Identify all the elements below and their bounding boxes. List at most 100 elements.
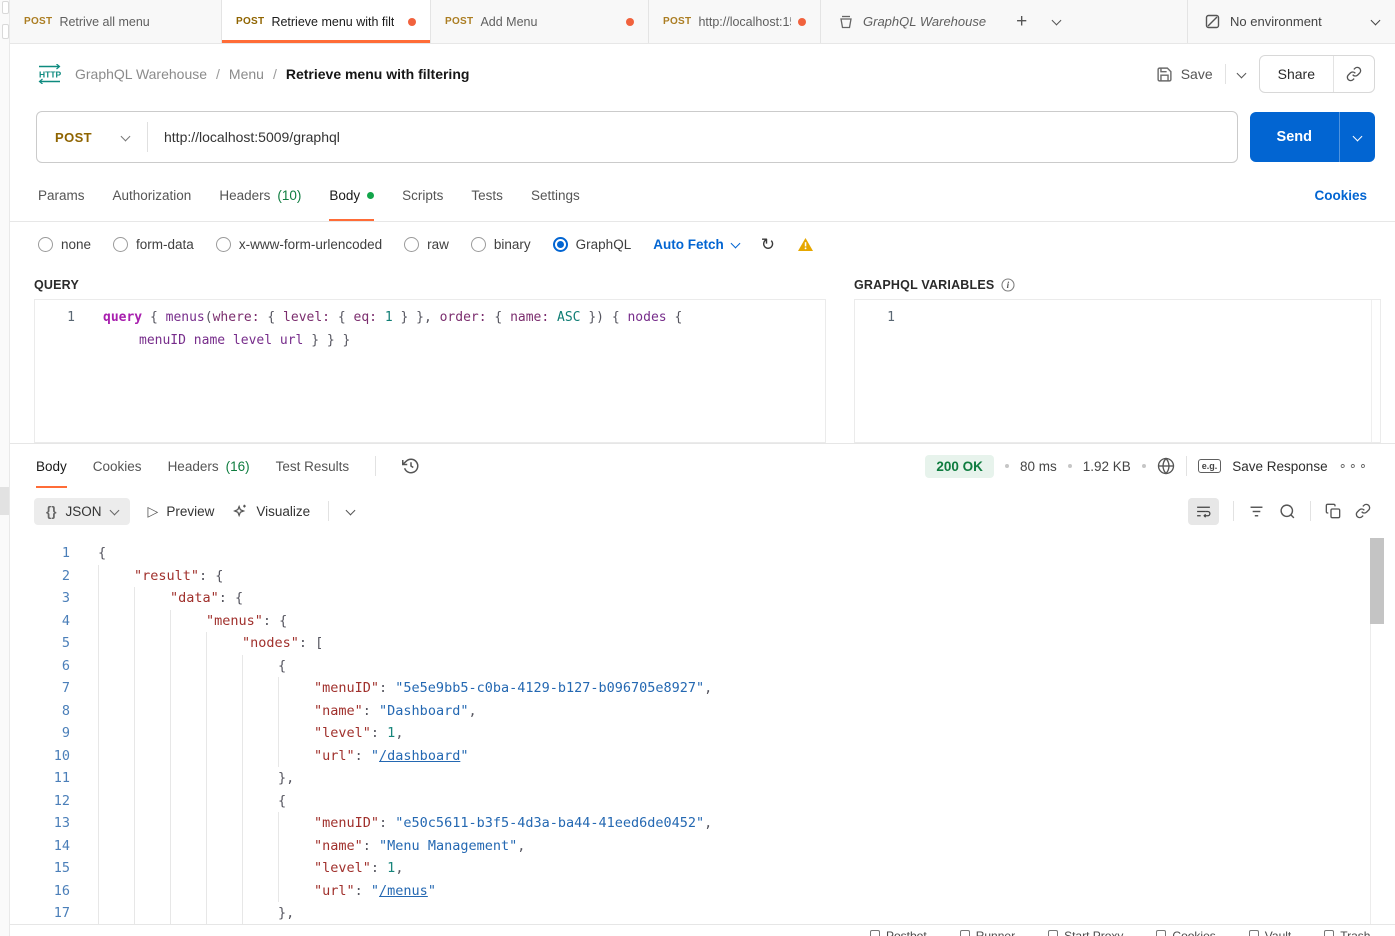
more-options-icon[interactable]: ∘∘∘ bbox=[1339, 458, 1369, 474]
body-type-graphql[interactable]: GraphQL bbox=[553, 237, 632, 252]
response-tab-headers[interactable]: Headers(16) bbox=[168, 444, 250, 488]
code-token: { bbox=[278, 793, 286, 809]
send-button[interactable]: Send bbox=[1250, 112, 1339, 162]
breadcrumb-separator: / bbox=[273, 66, 277, 82]
indent-guide bbox=[98, 632, 134, 655]
request-url-input[interactable]: POST http://localhost:5009/graphql bbox=[36, 111, 1238, 163]
wrap-text-icon[interactable] bbox=[1188, 498, 1219, 525]
line-content: "level": 1, bbox=[70, 722, 403, 745]
cookies-link[interactable]: Cookies bbox=[1314, 188, 1367, 203]
unsaved-changes-dot bbox=[408, 18, 416, 26]
request-tab-retrive-all-menu[interactable]: POSTRetrive all menu bbox=[10, 0, 222, 43]
response-body-viewer[interactable]: 1{2"result": {3"data": {4"menus": {5"nod… bbox=[10, 534, 1395, 924]
svg-text:i: i bbox=[1007, 280, 1010, 290]
tab-authorization[interactable]: Authorization bbox=[113, 170, 192, 221]
statusbar-postbot[interactable]: Postbot bbox=[870, 925, 927, 936]
save-button[interactable]: Save bbox=[1156, 66, 1213, 83]
warning-icon[interactable] bbox=[797, 237, 814, 252]
line-content: "level": 1, bbox=[70, 857, 403, 880]
body-type-none[interactable]: none bbox=[38, 237, 91, 252]
statusbar-trash[interactable]: Trash bbox=[1324, 925, 1370, 936]
save-options-chevron[interactable] bbox=[1226, 70, 1259, 79]
tab-list-chevron[interactable] bbox=[1040, 0, 1073, 43]
indent-guide bbox=[170, 857, 206, 880]
send-options-chevron[interactable] bbox=[1339, 112, 1375, 162]
refresh-schema-icon[interactable]: ↻ bbox=[761, 236, 775, 253]
request-tab-add-menu[interactable]: POSTAdd Menu bbox=[431, 0, 649, 43]
breadcrumb-segment[interactable]: GraphQL Warehouse bbox=[75, 66, 207, 82]
indent-guide bbox=[242, 722, 278, 745]
line-number: 15 bbox=[10, 857, 70, 880]
url-value[interactable]: http://localhost:5009/graphql bbox=[148, 129, 340, 145]
indent-guide bbox=[134, 767, 170, 790]
visualize-button[interactable]: Visualize bbox=[232, 503, 310, 519]
chevron-down-icon[interactable] bbox=[346, 505, 356, 515]
code-line: 1query { menus(where: { level: { eq: 1 }… bbox=[35, 306, 825, 329]
url-link[interactable]: /menus bbox=[379, 883, 428, 899]
format-selector[interactable]: {} JSON bbox=[34, 498, 130, 525]
tab-scripts[interactable]: Scripts bbox=[402, 170, 443, 221]
request-tab-http-localhost-15672-[interactable]: POSThttp://localhost:15672/ bbox=[649, 0, 821, 43]
tab-label: Cookies bbox=[93, 459, 142, 474]
response-history-icon[interactable] bbox=[402, 457, 420, 475]
preview-button[interactable]: ▷ Preview bbox=[148, 503, 215, 520]
environment-selector[interactable]: No environment bbox=[1187, 0, 1395, 43]
statusbar-vault[interactable]: Vault bbox=[1249, 925, 1291, 936]
tab-headers[interactable]: Headers(10) bbox=[219, 170, 301, 221]
code-line: 13"menuID": "e50c5611-b3f5-4d3a-ba44-41e… bbox=[10, 812, 1395, 835]
response-tab-body[interactable]: Body bbox=[36, 444, 67, 488]
info-icon[interactable]: i bbox=[1001, 278, 1015, 292]
save-response-button[interactable]: Save Response bbox=[1232, 459, 1327, 474]
graphql-editors: QUERY 1query { menus(where: { level: { e… bbox=[10, 266, 1395, 443]
indent-guide bbox=[98, 767, 134, 790]
copy-link-button[interactable] bbox=[1334, 66, 1374, 82]
response-size[interactable]: 1.92 KB bbox=[1083, 459, 1131, 474]
tab-settings[interactable]: Settings bbox=[531, 170, 580, 221]
response-time[interactable]: 80 ms bbox=[1020, 459, 1057, 474]
tab-body[interactable]: Body bbox=[329, 170, 374, 221]
collection-tab[interactable]: GraphQL Warehouse bbox=[821, 0, 1003, 43]
share-button[interactable]: Share bbox=[1260, 66, 1333, 82]
filter-icon[interactable] bbox=[1248, 503, 1265, 520]
network-globe-icon[interactable] bbox=[1157, 457, 1175, 475]
method-selector[interactable]: POST bbox=[37, 130, 147, 145]
tab-params[interactable]: Params bbox=[38, 170, 85, 221]
scrollbar-thumb[interactable] bbox=[1370, 538, 1384, 624]
url-link[interactable]: /dashboard bbox=[379, 748, 460, 764]
body-type-form-data[interactable]: form-data bbox=[113, 237, 194, 252]
rail-scroll-handle[interactable] bbox=[0, 487, 9, 515]
link-icon[interactable] bbox=[1355, 503, 1371, 519]
query-editor[interactable]: 1query { menus(where: { level: { eq: 1 }… bbox=[34, 299, 826, 443]
body-type-binary[interactable]: binary bbox=[471, 237, 531, 252]
chevron-down-icon bbox=[121, 131, 131, 141]
code-token: "menuID" bbox=[314, 680, 379, 696]
indent-guide bbox=[206, 902, 242, 924]
indent-guide bbox=[98, 880, 134, 903]
indent-guide bbox=[242, 655, 278, 678]
copy-icon[interactable] bbox=[1325, 503, 1341, 519]
radio-icon bbox=[553, 237, 568, 252]
body-type-raw[interactable]: raw bbox=[404, 237, 449, 252]
response-tab-test-results[interactable]: Test Results bbox=[276, 444, 350, 488]
response-tab-cookies[interactable]: Cookies bbox=[93, 444, 142, 488]
rail-button-second[interactable] bbox=[2, 24, 9, 39]
body-type-x-www-form-urlencoded[interactable]: x-www-form-urlencoded bbox=[216, 237, 382, 252]
indent-guide bbox=[134, 655, 170, 678]
breadcrumb-segment[interactable]: Menu bbox=[229, 66, 264, 82]
new-tab-button[interactable]: + bbox=[1003, 0, 1040, 43]
indent-guide bbox=[134, 745, 170, 768]
statusbar-start-proxy[interactable]: Start Proxy bbox=[1048, 925, 1123, 936]
http-request-icon: HTTP bbox=[36, 64, 63, 84]
tab-tests[interactable]: Tests bbox=[471, 170, 503, 221]
search-icon[interactable] bbox=[1279, 503, 1296, 520]
rail-button-top[interactable] bbox=[2, 1, 9, 14]
code-token: "menus" bbox=[206, 613, 263, 629]
status-badge[interactable]: 200 OK bbox=[925, 455, 994, 478]
variables-editor-box[interactable]: 1 bbox=[854, 299, 1381, 443]
request-tab-retrieve-menu-with-filt[interactable]: POSTRetrieve menu with filt bbox=[222, 0, 431, 43]
indent-guide bbox=[242, 677, 278, 700]
auto-fetch-button[interactable]: Auto Fetch bbox=[653, 237, 739, 252]
statusbar-runner[interactable]: Runner bbox=[960, 925, 1015, 936]
statusbar-cookies[interactable]: Cookies bbox=[1156, 925, 1215, 936]
variables-scrollbar[interactable] bbox=[1371, 300, 1380, 442]
